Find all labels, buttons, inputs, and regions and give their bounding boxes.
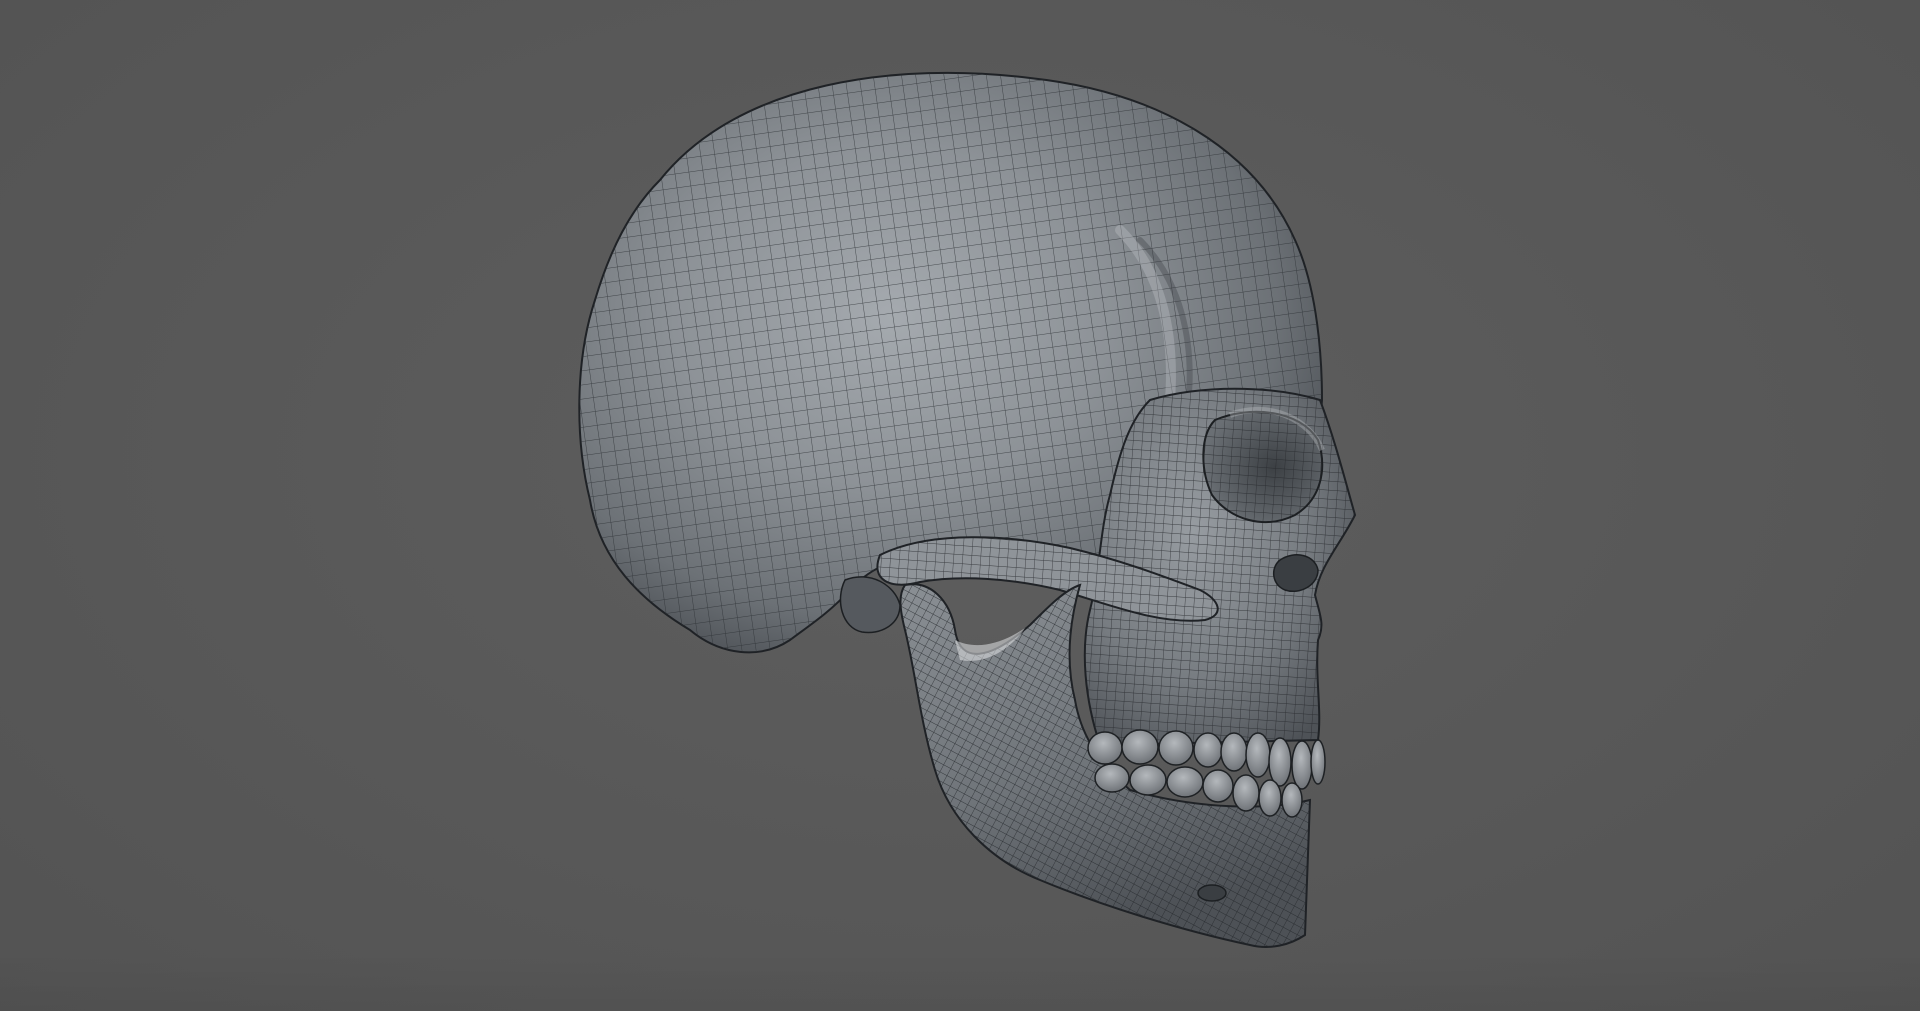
skull-model[interactable] bbox=[0, 0, 1920, 1011]
3d-viewport[interactable] bbox=[0, 0, 1920, 1011]
eye-socket bbox=[1202, 407, 1325, 523]
mental-foramen bbox=[1197, 884, 1227, 902]
ear-region bbox=[839, 576, 901, 634]
viewport-floor-shade bbox=[0, 951, 1920, 1011]
